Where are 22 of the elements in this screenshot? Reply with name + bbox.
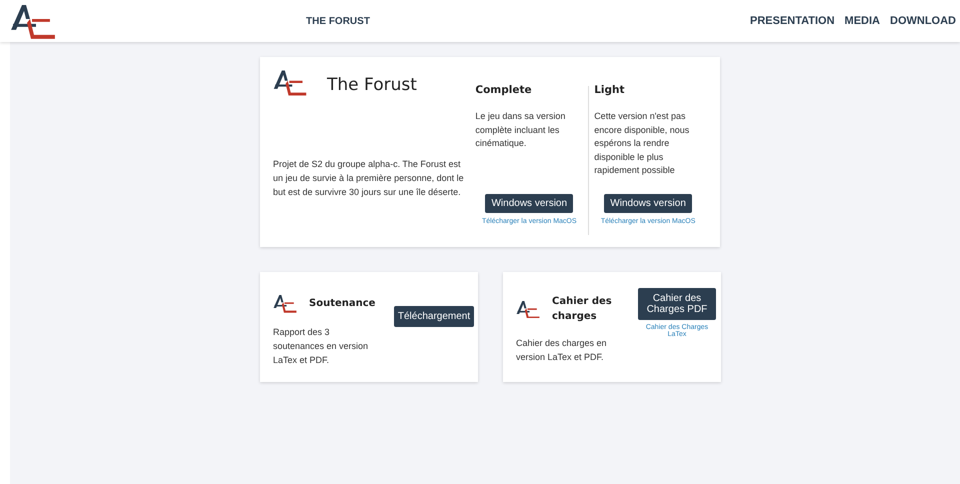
logo-icon: [273, 69, 307, 96]
download-button[interactable]: Windows version: [485, 194, 574, 213]
download-button[interactable]: Téléchargement: [394, 306, 474, 327]
logo-icon: [516, 300, 540, 318]
version-description: Cette version n'est pas encore disponible, nous espérons la rendre disponible le plus rapidement possible: [594, 110, 690, 177]
version-title: Complete: [475, 84, 533, 96]
nav-link[interactable]: MEDIA: [844, 15, 880, 27]
logo-icon: [10, 3, 56, 39]
description: Projet de S2 du groupe alpha-c. The Forust est un jeu de survie à la première personne, dont le but est de survivre 30 jours sur une île déserte.: [273, 158, 465, 199]
version-title: Light: [594, 84, 626, 96]
download-button[interactable]: Cahier des Charges PDF: [638, 288, 716, 320]
download-button[interactable]: Windows version: [604, 194, 692, 213]
version-description: Le jeu dans sa version complète incluant les cinématique.: [475, 110, 566, 150]
nav-link[interactable]: DOWNLOAD: [890, 15, 956, 27]
logo-icon: [273, 294, 297, 313]
card-title: Cahier des charges: [552, 295, 613, 324]
card-title: Soutenance: [309, 296, 376, 311]
card-title: The Forust: [327, 75, 417, 95]
nav-link[interactable]: PRESENTATION: [750, 15, 835, 27]
site-title: THE FORUST: [305, 16, 371, 26]
card-description: Rapport des 3 soutenances en version LaTex et PDF.: [273, 326, 370, 367]
card-description: Cahier des charges en version LaTex et PDF.: [516, 337, 608, 364]
